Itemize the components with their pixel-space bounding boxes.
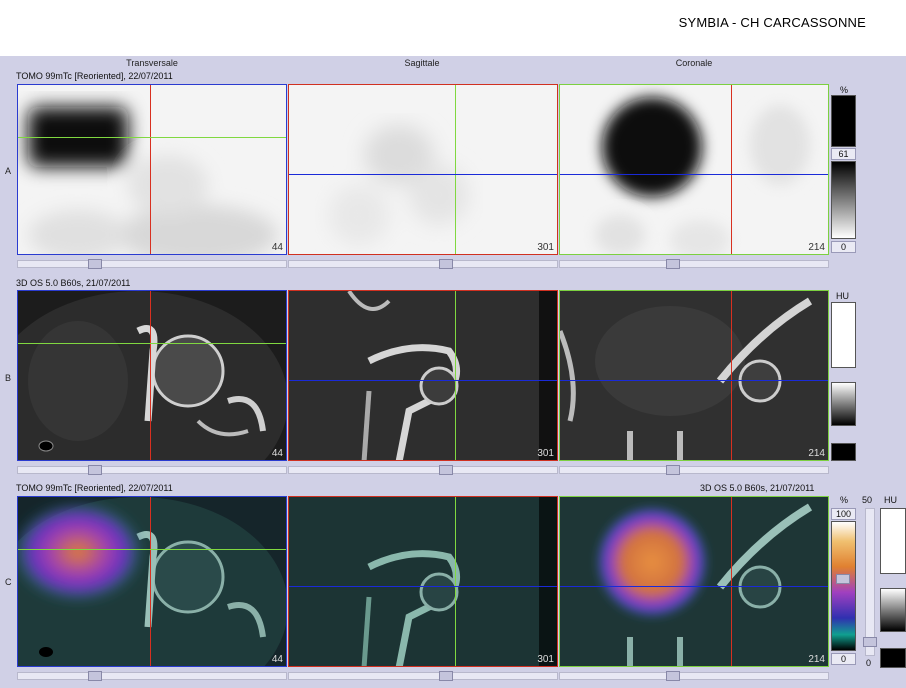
crosshair-y	[455, 497, 456, 666]
slider-thumb[interactable]	[439, 259, 453, 269]
fusion-min-value[interactable]: 0	[831, 653, 856, 665]
fusion-ct-colorbar-bottom	[880, 648, 906, 668]
crosshair-z	[560, 586, 828, 587]
ct-unit-label: HU	[836, 291, 849, 301]
crosshair-y	[18, 137, 286, 138]
slider-thumb[interactable]	[439, 671, 453, 681]
crosshair-z	[289, 586, 557, 587]
panel-b-transversale[interactable]: 44	[17, 290, 287, 461]
panel-a-transversale[interactable]: 44	[17, 84, 287, 255]
slice-number: 44	[271, 242, 283, 253]
slice-slider-a-transversale[interactable]	[17, 259, 287, 269]
fusion-window-thumb[interactable]	[836, 574, 850, 584]
crosshair-z	[560, 380, 828, 381]
row-c-info: TOMO 99mTc [Reoriented], 22/07/2011	[16, 483, 173, 493]
slice-number: 301	[537, 448, 554, 459]
crosshair-x	[150, 291, 151, 460]
slider-thumb[interactable]	[88, 671, 102, 681]
fusion-colorbar-gradient[interactable]	[831, 521, 856, 651]
slice-slider-b-coronale[interactable]	[559, 465, 829, 475]
slice-number: 44	[271, 448, 283, 459]
slider-thumb[interactable]	[666, 671, 680, 681]
row-c-letter: C	[5, 577, 12, 587]
panel-c-coronale[interactable]: 214	[559, 496, 829, 667]
crosshair-x	[731, 497, 732, 666]
slice-slider-a-sagittale[interactable]	[288, 259, 558, 269]
nm-sagittal-image	[329, 125, 469, 245]
slice-number: 214	[808, 654, 825, 665]
slice-slider-a-coronale[interactable]	[559, 259, 829, 269]
slider-thumb[interactable]	[863, 637, 877, 647]
slice-slider-c-coronale[interactable]	[559, 671, 829, 681]
slice-slider-b-transversale[interactable]	[17, 465, 287, 475]
fusion-transversal-image	[18, 497, 286, 666]
nm-transversal-image	[28, 107, 278, 254]
crosshair-y	[18, 549, 286, 550]
crosshair-z	[289, 174, 557, 175]
nm-min-value[interactable]: 0	[831, 241, 856, 253]
fusion-unit-label: %	[840, 495, 849, 505]
panel-a-coronale[interactable]: 214	[559, 84, 829, 255]
row-b-letter: B	[5, 373, 12, 383]
slider-thumb[interactable]	[88, 259, 102, 269]
nm-coronal-image	[595, 97, 810, 254]
nm-colorbar-gradient[interactable]	[831, 161, 856, 239]
slider-thumb[interactable]	[439, 465, 453, 475]
ct-colorbar-bottom	[831, 443, 856, 461]
nm-unit-label: %	[840, 85, 849, 95]
column-label-sagittale: Sagittale	[404, 58, 440, 68]
fusion-ct-value: 50	[862, 495, 873, 505]
nm-colorbar-top	[831, 95, 856, 147]
fusion-ct-unit-label: HU	[884, 495, 897, 505]
slice-slider-c-transversale[interactable]	[17, 671, 287, 681]
column-label-transversale: Transversale	[126, 58, 178, 68]
fusion-ct-min: 0	[866, 658, 872, 668]
row-b-info: 3D OS 5.0 B60s, 21/07/2011	[16, 278, 131, 288]
slider-thumb[interactable]	[666, 465, 680, 475]
slice-number: 214	[808, 242, 825, 253]
crosshair-y	[455, 291, 456, 460]
crosshair-y	[18, 343, 286, 344]
slice-number: 214	[808, 448, 825, 459]
fusion-coronal-image	[560, 497, 828, 666]
slice-slider-b-sagittale[interactable]	[288, 465, 558, 475]
crosshair-x	[150, 497, 151, 666]
crosshair-x	[731, 291, 732, 460]
column-label-coronale: Coronale	[675, 58, 713, 68]
panel-b-coronale[interactable]: 214	[559, 290, 829, 461]
slice-slider-c-sagittale[interactable]	[288, 671, 558, 681]
slider-thumb[interactable]	[88, 465, 102, 475]
panel-c-sagittale[interactable]: 301	[288, 496, 558, 667]
slice-number: 301	[537, 654, 554, 665]
nm-window-value[interactable]: 61	[831, 148, 856, 160]
row-a-letter: A	[5, 166, 12, 176]
fusion-max-value[interactable]: 100	[831, 508, 856, 520]
slice-number: 44	[271, 654, 283, 665]
panel-b-sagittale[interactable]: 301	[288, 290, 558, 461]
ct-transversal-image	[18, 291, 286, 460]
ct-coronal-image	[560, 291, 828, 460]
slider-thumb[interactable]	[666, 259, 680, 269]
crosshair-x	[731, 85, 732, 254]
ct-colorbar-gradient[interactable]	[831, 382, 856, 426]
crosshair-x	[150, 85, 151, 254]
ct-colorbar-top	[831, 302, 856, 368]
crosshair-z	[560, 174, 828, 175]
row-a-info: TOMO 99mTc [Reoriented], 22/07/2011	[16, 71, 173, 81]
row-c-info-right: 3D OS 5.0 B60s, 21/07/2011	[700, 483, 815, 493]
fusion-ct-colorbar-top	[880, 508, 906, 574]
fusion-sagittal-image	[289, 497, 557, 666]
app-title: SYMBIA - CH CARCASSONNE	[678, 15, 866, 30]
fusion-blend-slider[interactable]	[863, 508, 877, 656]
ct-sagittal-image	[289, 291, 557, 460]
crosshair-z	[289, 380, 557, 381]
panel-a-sagittale[interactable]: 301	[288, 84, 558, 255]
panel-c-transversale[interactable]: 44	[17, 496, 287, 667]
crosshair-y	[455, 85, 456, 254]
fusion-ct-colorbar-gradient[interactable]	[880, 588, 906, 632]
slice-number: 301	[537, 242, 554, 253]
app-header: SYMBIA - CH CARCASSONNE	[0, 0, 906, 56]
